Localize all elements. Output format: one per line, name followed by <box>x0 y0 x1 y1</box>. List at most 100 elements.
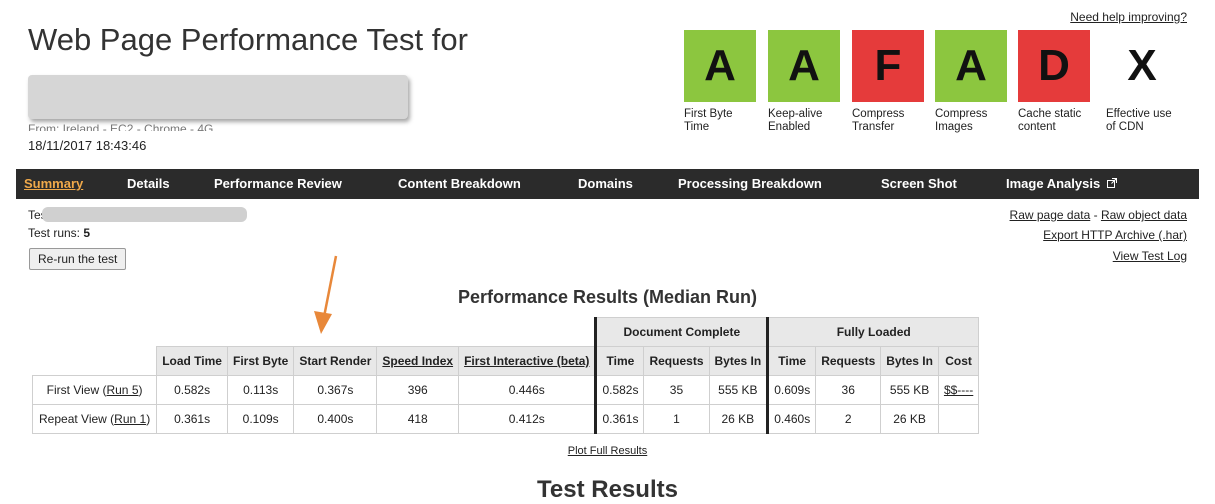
nav-image-analysis[interactable]: Image Analysis <box>1006 176 1117 191</box>
grade-cdn[interactable]: X Effective use of CDN <box>1106 30 1178 134</box>
row-label-close: ) <box>138 383 143 397</box>
grade-label: Keep-alive Enabled <box>768 108 823 133</box>
table-spacer <box>33 318 596 347</box>
grade-compress-transfer[interactable]: F Compress Transfer <box>852 30 924 134</box>
redacted-url-block <box>28 75 408 119</box>
grade-cache-static[interactable]: D Cache static content <box>1018 30 1090 134</box>
col-load-time: Load Time <box>156 346 228 376</box>
external-link-icon <box>1106 178 1117 188</box>
run-link[interactable]: Run 5 <box>106 383 138 397</box>
raw-page-data-link[interactable]: Raw page data <box>1010 208 1091 222</box>
test-runs-label: Test runs: <box>28 226 81 240</box>
col-cost: Cost <box>937 346 980 376</box>
table-row: First View (Run 5) 0.582s 0.113s 0.367s … <box>31 375 980 405</box>
test-location: From: Ireland - EC2 - Chrome - 4G <box>28 122 214 131</box>
cell: 0.361s <box>156 404 228 434</box>
col-doc-time: Time <box>594 346 645 376</box>
raw-data-links: Raw page data - Raw object data <box>1010 208 1187 222</box>
table-row: Repeat View (Run 1) 0.361s 0.109s 0.400s… <box>31 404 980 434</box>
cell: 0.113s <box>226 375 295 405</box>
page-title: Web Page Performance Test for <box>28 22 468 57</box>
grade-letter: A <box>935 30 1007 102</box>
cell: 0.582s <box>156 375 228 405</box>
cell: 418 <box>376 404 460 434</box>
test-results-heading: Test Results <box>537 476 678 503</box>
cell: 36 <box>815 375 882 405</box>
nav-image-analysis-label: Image Analysis <box>1006 176 1101 191</box>
grade-label: Compress Images <box>935 108 988 133</box>
redacted-tester-id <box>42 207 247 222</box>
table-header-row: Load Time First Byte Start Render Speed … <box>33 346 980 376</box>
group-fully-loaded: Fully Loaded <box>766 317 980 347</box>
row-label: First View ( <box>46 383 107 397</box>
grade-label: First Byte Time <box>684 108 733 133</box>
nav-details[interactable]: Details <box>127 176 170 191</box>
cell: 0.582s <box>594 375 645 405</box>
col-full-bytes: Bytes In <box>880 346 939 376</box>
grade-keep-alive[interactable]: A Keep-alive Enabled <box>768 30 840 134</box>
cell: 26 KB <box>708 404 769 434</box>
cell: 555 KB <box>880 375 939 405</box>
nav-summary[interactable]: Summary <box>24 176 83 191</box>
col-doc-bytes: Bytes In <box>708 346 769 376</box>
row-label: Repeat View ( <box>39 412 115 426</box>
group-document-complete: Document Complete <box>594 317 769 347</box>
nav-performance-review[interactable]: Performance Review <box>214 176 342 191</box>
cell: 0.361s <box>594 404 645 434</box>
grade-letter: A <box>684 30 756 102</box>
cell: 35 <box>643 375 710 405</box>
row-label-close: ) <box>146 412 151 426</box>
cell: 0.412s <box>458 404 597 434</box>
grade-letter: D <box>1018 30 1090 102</box>
cell: 0.446s <box>458 375 597 405</box>
cell: 2 <box>815 404 882 434</box>
nav-content-breakdown[interactable]: Content Breakdown <box>398 176 521 191</box>
nav-screen-shot[interactable]: Screen Shot <box>881 176 957 191</box>
grade-compress-images[interactable]: A Compress Images <box>935 30 1007 134</box>
run-link[interactable]: Run 1 <box>114 412 146 426</box>
col-start-render: Start Render <box>293 346 378 376</box>
col-full-time: Time <box>766 346 817 376</box>
cell: 396 <box>376 375 460 405</box>
grade-letter: A <box>768 30 840 102</box>
export-har-link[interactable]: Export HTTP Archive (.har) <box>1043 228 1187 242</box>
cell: 0.400s <box>293 404 378 434</box>
grade-letter: F <box>852 30 924 102</box>
performance-results-title: Performance Results (Median Run) <box>457 287 758 307</box>
view-test-log-link[interactable]: View Test Log <box>1113 249 1187 263</box>
col-first-byte: First Byte <box>226 346 295 376</box>
test-date: 18/11/2017 18:43:46 <box>28 138 147 153</box>
table-corner <box>33 347 157 376</box>
row-label-repeat-view: Repeat View (Run 1) <box>31 404 158 434</box>
cell: 0.609s <box>766 375 817 405</box>
col-full-requests: Requests <box>815 346 882 376</box>
rerun-button[interactable]: Re-run the test <box>29 248 127 270</box>
cell: 0.460s <box>766 404 817 434</box>
test-runs-value: 5 <box>83 226 91 240</box>
cell: 0.109s <box>226 404 295 434</box>
cost-link[interactable]: $$---- <box>937 375 980 405</box>
row-label-first-view: First View (Run 5) <box>31 375 158 405</box>
cell: 555 KB <box>708 375 769 405</box>
cell <box>937 404 980 434</box>
col-speed-index[interactable]: Speed Index <box>376 346 460 376</box>
performance-results-table: Document Complete Fully Loaded Load Time… <box>31 317 980 434</box>
cell: 0.367s <box>293 375 378 405</box>
grade-label: Effective use of CDN <box>1106 108 1172 133</box>
grade-first-byte[interactable]: A First Byte Time <box>684 30 756 134</box>
col-doc-requests: Requests <box>643 346 710 376</box>
nav-domains[interactable]: Domains <box>578 176 633 191</box>
plot-full-results-link[interactable]: Plot Full Results <box>0 445 1215 457</box>
grade-label: Cache static content <box>1018 108 1082 133</box>
main-nav: Summary Details Performance Review Conte… <box>16 169 1199 199</box>
grade-letter: X <box>1106 30 1178 102</box>
nav-processing-breakdown[interactable]: Processing Breakdown <box>678 176 822 191</box>
col-first-interactive[interactable]: First Interactive (beta) <box>458 346 597 376</box>
raw-object-data-link[interactable]: Raw object data <box>1101 208 1187 222</box>
cell: 1 <box>643 404 710 434</box>
cell: 26 KB <box>880 404 939 434</box>
grade-label: Compress Transfer <box>852 108 905 133</box>
help-link[interactable]: Need help improving? <box>1070 10 1187 24</box>
test-runs: Test runs: 5 <box>28 226 90 240</box>
link-separator: - <box>1090 208 1101 222</box>
